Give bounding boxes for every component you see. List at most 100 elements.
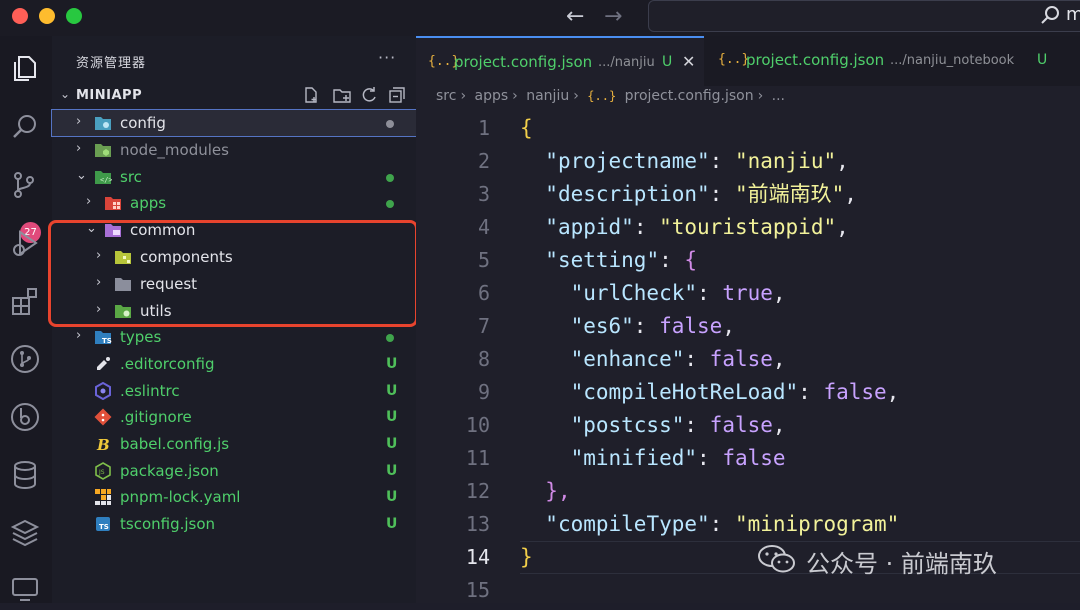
folder-config-icon [95,117,111,130]
code-line: 12 }, [416,475,1080,508]
source-control-icon[interactable] [8,168,42,202]
code-line: 4 "appid": "touristappid", [416,211,1080,244]
code-text: "description": "前端南玖", [545,182,857,206]
untracked-badge: U [386,383,398,399]
untracked-badge: U [386,463,398,479]
command-center[interactable] [648,0,1080,32]
tree-item-label: src [120,168,142,186]
line-number: 4 [477,215,490,239]
tree-item-types[interactable]: › TS types [52,324,416,350]
collapse-all-icon[interactable] [388,86,406,104]
run-debug-icon[interactable] [8,226,42,260]
code-text: "compileType": "miniprogram" [545,512,900,536]
explorer-title: 资源管理器 [76,56,147,71]
status-dot [386,120,394,128]
back-arrow-icon[interactable]: ← [566,4,584,29]
project-header[interactable]: ⌄ MINIAPP [52,84,416,108]
breadcrumb-item[interactable]: nanjiu [526,88,569,104]
code-line: 3 "description": "前端南玖", [416,178,1080,211]
code-line: 11 "minified": false [416,442,1080,475]
code-text: "postcss": false, [570,413,786,437]
tree-item-pnpm-lock[interactable]: pnpm-lock.yaml U [52,484,416,510]
untracked-badge: U [386,436,398,452]
project-actions [302,84,412,106]
breadcrumb-item[interactable]: project.config.json [625,88,754,104]
zoom-window-button[interactable] [66,8,82,24]
line-number: 13 [465,512,490,536]
tree-item-label: config [120,114,166,132]
tree-item-eslintrc[interactable]: .eslintrc U [52,378,416,404]
tree-item-babel-config[interactable]: B babel.config.js U [52,431,416,457]
editor-area: {..} project.config.json .../nanjiu U ✕ … [416,36,1080,603]
tree-item-label: node_modules [120,141,229,159]
search-icon[interactable] [1040,4,1062,26]
tree-item-editorconfig[interactable]: .editorconfig U [52,351,416,377]
code-text: "setting": { [545,248,698,272]
chevron-right-icon: › [86,194,92,209]
tree-item-label: apps [130,194,167,212]
close-icon[interactable]: ✕ [682,52,695,71]
line-number: 2 [477,149,490,173]
chevron-right-icon: › [76,328,82,343]
forward-arrow-icon[interactable]: → [604,4,622,29]
git-graph-icon[interactable] [8,342,42,376]
new-folder-icon[interactable] [332,86,352,104]
activity-bar: 27 [0,36,52,603]
folder-src-icon: </> [95,171,112,184]
nodejs-file-icon: JS [95,462,111,480]
svg-text:</>: </> [100,176,112,184]
chevron-down-icon: ⌄ [76,168,87,183]
search-icon[interactable] [8,110,42,144]
json-file-icon: {..} [587,89,617,103]
minimize-window-button[interactable] [39,8,55,24]
more-actions-icon[interactable]: ··· [378,48,396,67]
tree-item-node-modules[interactable]: › node_modules [52,137,416,163]
tree-item-gitignore[interactable]: .gitignore U [52,404,416,430]
tree-item-label: pnpm-lock.yaml [120,488,241,506]
tree-item-config[interactable]: › config [51,109,417,137]
new-file-icon[interactable] [302,86,320,104]
breadcrumb-item[interactable]: apps [475,88,509,104]
git-lens-icon[interactable] [8,400,42,434]
database-icon[interactable] [8,458,42,492]
code-text: }, [545,479,571,503]
json-file-icon: {..} [718,52,750,67]
line-number: 11 [465,446,490,470]
files-icon[interactable] [8,52,42,86]
line-number: 6 [477,281,490,305]
extensions-icon[interactable] [8,284,42,318]
tab-project-config-nanjiu[interactable]: {..} project.config.json .../nanjiu U ✕ [416,36,704,86]
remote-icon[interactable] [8,572,42,606]
tree-item-tsconfig[interactable]: TS tsconfig.json U [52,511,416,537]
tree-item-label: babel.config.js [120,435,230,453]
tree-item-apps[interactable]: › apps [52,190,416,216]
code-text: } [520,545,533,569]
folder-apps-icon [105,197,121,210]
line-number: 8 [477,347,490,371]
tree-item-package-json[interactable]: JS package.json U [52,458,416,484]
code-line: 1 { [416,112,1080,145]
line-number: 5 [477,248,490,272]
breadcrumb-item[interactable]: src [436,88,456,104]
code-text: "es6": false, [570,314,735,338]
code-line: 9 "compileHotReLoad": false, [416,376,1080,409]
tree-item-src[interactable]: ⌄ </> src [52,164,416,190]
svg-text:TS: TS [102,337,112,345]
breadcrumb-item[interactable]: ... [772,88,785,104]
refresh-icon[interactable] [360,86,378,104]
tab-project-config-notebook[interactable]: {..} project.config.json .../nanjiu_note… [706,36,1080,86]
line-number: 3 [477,182,490,206]
wechat-icon [758,545,795,573]
highlight-annotation-box [48,220,418,327]
code-line: 6 "urlCheck": true, [416,277,1080,310]
eslint-file-icon [95,382,111,400]
untracked-badge: U [386,409,398,425]
tab-path: .../nanjiu_notebook [890,53,1015,68]
chevron-right-icon: › [76,114,82,129]
title-bar: ← → m [0,0,1080,36]
pnpm-file-icon [95,489,111,505]
close-window-button[interactable] [12,8,28,24]
layers-icon[interactable] [8,516,42,550]
folder-types-icon: TS [95,331,112,345]
line-number: 9 [477,380,490,404]
